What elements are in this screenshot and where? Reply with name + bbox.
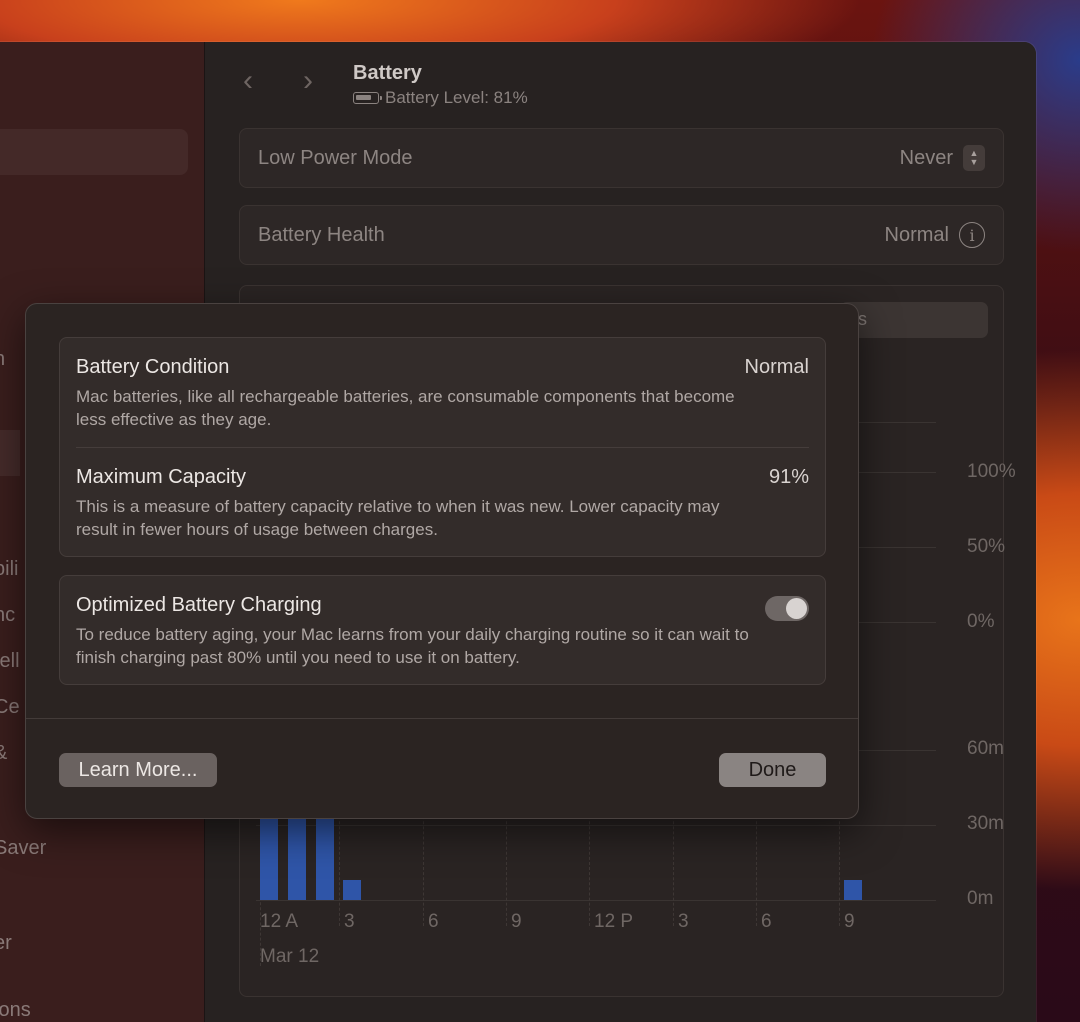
page-title: Battery — [353, 62, 422, 84]
y-tick-label: 100% — [967, 461, 1016, 482]
maximum-capacity-row: Maximum Capacity 91% This is a measure o… — [60, 448, 825, 558]
y-tick-label: 30m — [967, 813, 1004, 834]
gridline — [256, 900, 936, 901]
sidebar-fragment: & — [0, 742, 7, 765]
learn-more-button[interactable]: Learn More... — [59, 753, 217, 787]
battery-condition-title: Battery Condition — [76, 356, 230, 378]
battery-health-label: Battery Health — [258, 223, 385, 246]
sidebar-fragment: Saver — [0, 837, 47, 859]
back-chevron-icon[interactable]: ‹ — [243, 64, 253, 98]
low-power-mode-value: Never — [899, 146, 953, 169]
x-gridline — [839, 806, 840, 926]
low-power-mode-popup[interactable]: Never ▲ ▼ — [900, 145, 985, 171]
x-tick-label: 6 — [761, 911, 772, 932]
battery-condition-desc: Mac batteries, like all rechargeable bat… — [76, 387, 735, 429]
y-tick-label: 0m — [967, 888, 994, 909]
y-tick-label: 60m — [967, 738, 1004, 759]
x-gridline — [673, 806, 674, 926]
optimized-charging-group: Optimized Battery Charging To reduce bat… — [59, 575, 826, 685]
x-tick-label: 9 — [511, 911, 522, 932]
chart-date-label: Mar 12 — [260, 946, 320, 967]
sidebar-fragment: er — [0, 932, 12, 954]
battery-health-row: Battery Health Normal i — [239, 205, 1004, 265]
battery-condition-value: Normal — [744, 356, 809, 378]
battery-level-text: Battery Level: 81% — [385, 88, 528, 107]
sidebar-fragment: bili — [0, 558, 19, 580]
x-tick-label: 3 — [344, 911, 355, 932]
sidebar-fragment: ions — [0, 999, 31, 1021]
sidebar-search-field[interactable] — [0, 129, 188, 175]
forward-chevron-icon[interactable]: › — [303, 64, 313, 98]
optimized-charging-title: Optimized Battery Charging — [76, 594, 322, 616]
usage-bar — [843, 880, 862, 900]
maximum-capacity-desc: This is a measure of battery capacity re… — [76, 497, 720, 539]
done-button[interactable]: Done — [719, 753, 826, 787]
sidebar-fragment: h — [0, 348, 5, 371]
battery-level-subtitle: Battery Level: 81% — [353, 88, 528, 108]
segmented-label: s — [858, 309, 867, 329]
x-tick-label: 12 P — [594, 911, 634, 932]
x-gridline — [756, 806, 757, 926]
gridline — [256, 825, 936, 826]
info-icon[interactable]: i — [959, 222, 985, 248]
low-power-mode-label: Low Power Mode — [258, 146, 413, 169]
x-tick-label: 6 — [428, 911, 439, 932]
y-tick-label: 50% — [967, 536, 1006, 557]
time-range-segmented-control[interactable]: s — [840, 302, 988, 338]
sidebar-fragment: tell — [0, 650, 20, 672]
popup-stepper-icon: ▲ ▼ — [963, 145, 985, 171]
x-gridline — [423, 806, 424, 926]
x-gridline — [589, 806, 590, 926]
battery-condition-row: Battery Condition Normal Mac batteries, … — [60, 338, 825, 448]
health-info-group: Battery Condition Normal Mac batteries, … — [59, 337, 826, 557]
y-tick-label: 0% — [967, 611, 995, 632]
usage-bar — [343, 880, 362, 900]
sidebar-fragment: nc — [0, 604, 16, 626]
low-power-mode-row: Low Power Mode Never ▲ ▼ — [239, 128, 1004, 188]
maximum-capacity-value: 91% — [768, 466, 809, 488]
x-tick-label: 3 — [678, 911, 689, 932]
x-gridline — [506, 806, 507, 926]
x-gridline — [339, 806, 340, 926]
sidebar-selected-item[interactable] — [0, 430, 20, 476]
battery-icon — [353, 92, 382, 104]
optimized-charging-toggle[interactable] — [765, 596, 809, 621]
x-tick-label: 12 A — [260, 911, 299, 932]
maximum-capacity-title: Maximum Capacity — [76, 466, 247, 488]
optimized-charging-desc: To reduce battery aging, your Mac learns… — [76, 625, 749, 667]
optimized-charging-row: Optimized Battery Charging To reduce bat… — [60, 576, 825, 686]
battery-health-sheet: Battery Condition Normal Mac batteries, … — [25, 303, 859, 819]
sheet-divider — [26, 718, 858, 719]
x-tick-label: 9 — [844, 911, 855, 932]
sidebar-fragment: Ce — [0, 696, 20, 718]
battery-health-value: Normal — [884, 223, 949, 246]
